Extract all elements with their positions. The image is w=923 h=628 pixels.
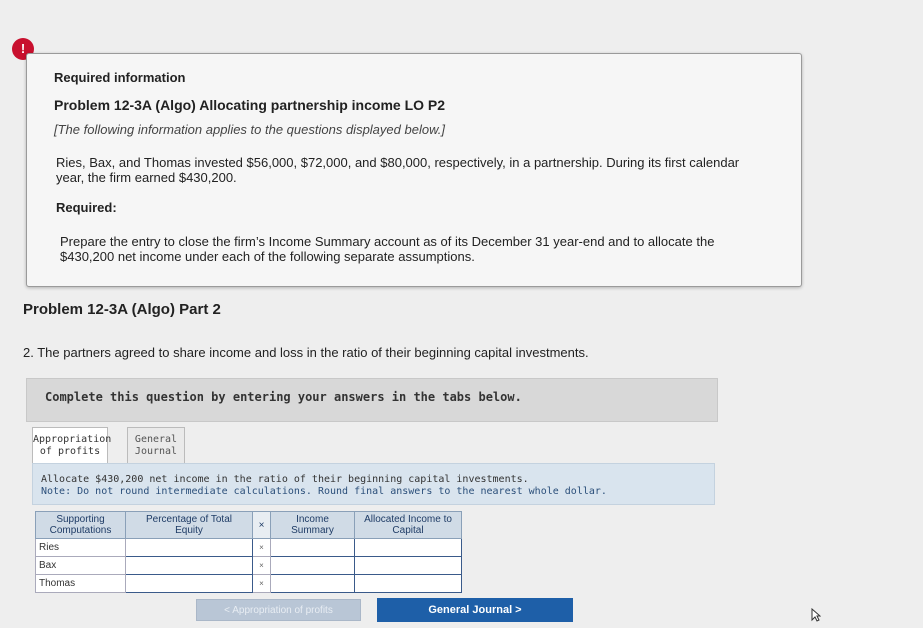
problem-title: Problem 12-3A (Algo) Allocating partners… <box>54 97 446 113</box>
problem-description: Ries, Bax, and Thomas invested $56,000, … <box>56 155 740 185</box>
table-header-row: Supporting Computations Percentage of To… <box>35 511 462 539</box>
income-field[interactable] <box>271 575 358 592</box>
tab-general-journal[interactable]: General Journal <box>127 427 185 463</box>
mouse-cursor-icon <box>811 608 821 622</box>
rounding-note: Note: Do not round intermediate calculat… <box>41 486 607 497</box>
tab-label-line1: General <box>134 434 178 445</box>
header-percentage-of-total-equity: Percentage of Total Equity <box>125 511 253 539</box>
header-income-summary: Income Summary <box>270 511 355 539</box>
allocated-income-input-bax[interactable] <box>354 556 465 575</box>
table-row: Thomas × <box>35 574 465 593</box>
tab-label-line1: Appropriation <box>33 434 112 445</box>
required-description: Prepare the entry to close the firm’s In… <box>60 234 715 264</box>
previous-tab-button[interactable]: < Appropriation of profits <box>196 599 361 621</box>
percentage-input-thomas[interactable] <box>125 574 256 593</box>
tab-label-line2: Journal <box>134 446 178 457</box>
instructions-line: Allocate $430,200 net income in the rati… <box>41 474 529 485</box>
header-text: Percentage of Total <box>146 514 232 525</box>
instructions-box: Allocate $430,200 net income in the rati… <box>32 463 715 505</box>
info-note: [The following information applies to th… <box>54 122 445 137</box>
percentage-field[interactable] <box>126 539 256 556</box>
question-text: 2. The partners agreed to share income a… <box>23 345 589 360</box>
required-information-panel: Required information Problem 12-3A (Algo… <box>26 53 802 287</box>
percentage-input-bax[interactable] <box>125 556 256 575</box>
tab-label-line2: of profits <box>39 446 101 457</box>
header-text: Equity <box>175 525 203 536</box>
header-supporting-computations: Supporting Computations <box>35 511 126 539</box>
allocated-field[interactable] <box>355 575 465 592</box>
income-field[interactable] <box>271 557 358 574</box>
allocated-field[interactable] <box>355 539 465 556</box>
income-summary-input-thomas[interactable] <box>270 574 358 593</box>
header-text: Computations <box>49 525 112 536</box>
partner-name: Thomas <box>35 574 126 593</box>
table-row: Ries × <box>35 538 465 557</box>
allocated-income-input-ries[interactable] <box>354 538 465 557</box>
allocated-income-input-thomas[interactable] <box>354 574 465 593</box>
income-summary-input-bax[interactable] <box>270 556 358 575</box>
header-text: Allocated Income to <box>364 514 452 525</box>
partner-name: Ries <box>35 538 126 557</box>
header-text: Summary <box>291 525 334 536</box>
allocated-field[interactable] <box>355 557 465 574</box>
percentage-input-ries[interactable] <box>125 538 256 557</box>
income-summary-input-ries[interactable] <box>270 538 358 557</box>
percentage-field[interactable] <box>126 557 256 574</box>
next-tab-button[interactable]: General Journal > <box>377 598 573 622</box>
partner-name: Bax <box>35 556 126 575</box>
complete-instructions-text: Complete this question by entering your … <box>45 390 522 404</box>
complete-instructions-bar: Complete this question by entering your … <box>26 378 718 422</box>
header-allocated-income-to-capital: Allocated Income to Capital <box>354 511 462 539</box>
required-information-label: Required information <box>54 70 186 85</box>
part-title: Problem 12-3A (Algo) Part 2 <box>23 301 221 318</box>
header-text: Income <box>296 514 329 525</box>
header-text: Capital <box>392 525 424 536</box>
table-row: Bax × <box>35 556 465 575</box>
header-multiply-icon: × <box>252 511 271 539</box>
required-label: Required: <box>56 200 117 215</box>
allocation-table: Supporting Computations Percentage of To… <box>35 511 465 593</box>
percentage-field[interactable] <box>126 575 256 592</box>
tab-appropriation-of-profits[interactable]: Appropriation of profits <box>32 427 112 463</box>
income-field[interactable] <box>271 539 358 556</box>
header-text: Supporting <box>56 514 105 525</box>
